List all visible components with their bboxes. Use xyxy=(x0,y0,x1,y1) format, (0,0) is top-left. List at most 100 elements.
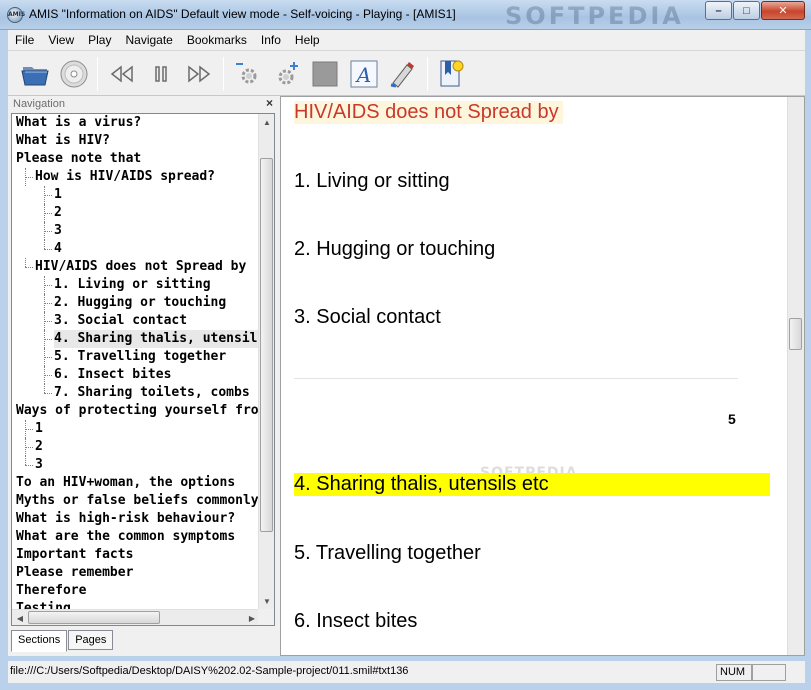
num-lock-indicator: NUM xyxy=(716,664,752,681)
menu-play[interactable]: Play xyxy=(81,33,118,47)
tree-item-label: Testing xyxy=(16,601,71,609)
scroll-down-icon[interactable]: ▼ xyxy=(259,593,274,609)
tab-pages[interactable]: Pages xyxy=(68,630,114,650)
navigation-tabs: Sections Pages xyxy=(11,630,114,652)
font-icon[interactable]: A xyxy=(348,58,380,90)
tree-item-label: What is high-risk behaviour? xyxy=(16,511,236,526)
page-divider xyxy=(294,378,738,379)
tree-item-label: 1. Living or sitting xyxy=(54,277,211,292)
next-icon[interactable] xyxy=(183,58,215,90)
minimize-button[interactable]: – xyxy=(705,1,732,20)
tree-item[interactable]: 4. Sharing thalis, utensils etc xyxy=(12,330,260,348)
tree-item[interactable]: Testing xyxy=(12,600,260,609)
tree-item[interactable]: What is high-risk behaviour? xyxy=(12,510,260,528)
tree-item-label: 2 xyxy=(35,439,43,454)
scroll-up-icon[interactable]: ▲ xyxy=(259,114,274,130)
previous-icon[interactable] xyxy=(106,58,138,90)
bookmark-icon[interactable] xyxy=(435,58,467,90)
stop-square-icon[interactable] xyxy=(309,58,341,90)
content-vertical-scrollbar[interactable] xyxy=(787,97,804,655)
tree-item-label: What is HIV? xyxy=(16,133,110,148)
menu-bookmarks[interactable]: Bookmarks xyxy=(180,33,254,47)
menu-bar: File View Play Navigate Bookmarks Info H… xyxy=(8,30,805,50)
maximize-button[interactable]: □ xyxy=(733,1,760,20)
close-button[interactable]: ✕ xyxy=(761,1,805,20)
amis-app-icon[interactable]: AMIS xyxy=(7,7,25,23)
tree-item-label: 1 xyxy=(54,187,62,202)
content-view[interactable]: HIV/AIDS does not Spread by 1. Living or… xyxy=(280,96,805,656)
menu-navigate[interactable]: Navigate xyxy=(118,33,179,47)
tree-item-label: 3. Social contact xyxy=(54,313,188,328)
tree-item[interactable]: 1. Living or sitting xyxy=(12,276,260,294)
tree-item[interactable]: 3 xyxy=(12,222,260,240)
tree-vscroll-thumb[interactable] xyxy=(260,158,273,533)
tree-item[interactable]: 2 xyxy=(12,438,260,456)
tree-hscroll-thumb[interactable] xyxy=(28,611,160,624)
tree-item-label: 2 xyxy=(54,205,62,220)
settings-plus-icon[interactable] xyxy=(271,58,303,90)
navigation-panel: Navigation × What is a virus? What is HIV… xyxy=(8,96,276,656)
tree-item[interactable]: What is a virus? xyxy=(12,114,260,132)
tree-vertical-scrollbar[interactable]: ▲ ▼ xyxy=(258,114,274,609)
window-title: AMIS "Information on AIDS" Default view … xyxy=(29,7,456,21)
content-item-2[interactable]: 2. Hugging or touching xyxy=(294,238,495,261)
page-number: 5 xyxy=(728,411,736,427)
tree-item[interactable]: Ways of protecting yourself from HIV xyxy=(12,402,260,420)
open-folder-icon[interactable] xyxy=(20,58,52,90)
content-vscroll-thumb[interactable] xyxy=(789,317,802,350)
tree-item[interactable]: 1 xyxy=(12,420,260,438)
content-item-1[interactable]: 1. Living or sitting xyxy=(294,170,450,193)
tree-item[interactable]: What are the common symptoms xyxy=(12,528,260,546)
tree-item[interactable]: 7. Sharing toilets, combs etc xyxy=(12,384,260,402)
navigation-title: Navigation xyxy=(13,98,65,110)
tree-item-label: 3 xyxy=(54,223,62,238)
tree-item-label: 2. Hugging or touching xyxy=(54,295,227,310)
content-item-3[interactable]: 3. Social contact xyxy=(294,306,441,329)
pause-icon[interactable] xyxy=(145,58,177,90)
tree-item-label: To an HIV+woman, the options xyxy=(16,475,236,490)
tree-item[interactable]: Myths or false beliefs commonly held xyxy=(12,492,260,510)
highlight-pen-icon[interactable] xyxy=(386,58,418,90)
tree-item-label: Please note that xyxy=(16,151,142,166)
tree-item[interactable]: To an HIV+woman, the options xyxy=(12,474,260,492)
tree-item-label: How is HIV/AIDS spread? xyxy=(35,169,216,184)
menu-file[interactable]: File xyxy=(8,33,41,47)
scroll-left-icon[interactable]: ◀ xyxy=(12,610,28,625)
tree-item[interactable]: Please remember xyxy=(12,564,260,582)
content-item-4[interactable]: 4. Sharing thalis, utensils etc xyxy=(294,473,770,496)
menu-help[interactable]: Help xyxy=(288,33,327,47)
tree-item[interactable]: 2. Hugging or touching xyxy=(12,294,260,312)
tree-horizontal-scrollbar[interactable]: ◀ ▶ xyxy=(12,609,260,625)
section-tree[interactable]: What is a virus? What is HIV? Please note … xyxy=(11,113,275,626)
tree-item-label: Myths or false beliefs commonly held xyxy=(16,493,260,508)
title-bar[interactable]: AMIS AMIS "Information on AIDS" Default … xyxy=(0,0,811,30)
tree-item[interactable]: Therefore xyxy=(12,582,260,600)
tree-item[interactable]: 6. Insect bites xyxy=(12,366,260,384)
menu-view[interactable]: View xyxy=(41,33,81,47)
tree-item[interactable]: Important facts xyxy=(12,546,260,564)
content-item-6[interactable]: 6. Insect bites xyxy=(294,610,417,633)
tree-item[interactable]: How is HIV/AIDS spread? xyxy=(12,168,260,186)
open-disc-icon[interactable] xyxy=(58,58,90,90)
content-item-5[interactable]: 5. Travelling together xyxy=(294,542,481,565)
tree-item-label: 6. Insect bites xyxy=(54,367,172,382)
tab-sections[interactable]: Sections xyxy=(11,630,68,652)
tree-item[interactable]: 1 xyxy=(12,186,260,204)
navigation-close-button[interactable]: × xyxy=(266,96,273,110)
tree-item[interactable]: 2 xyxy=(12,204,260,222)
settings-icon[interactable] xyxy=(232,58,264,90)
tree-item-label: What are the common symptoms xyxy=(16,529,236,544)
tree-item[interactable]: 4 xyxy=(12,240,260,258)
tree-item-label: 3 xyxy=(35,457,43,472)
tree-item[interactable]: HIV/AIDS does not Spread by xyxy=(12,258,260,276)
tree-item[interactable]: 5. Travelling together xyxy=(12,348,260,366)
status-extra-indicator xyxy=(752,664,786,681)
softpedia-watermark: SOFTPEDIA xyxy=(505,2,684,30)
menu-info[interactable]: Info xyxy=(254,33,288,47)
tree-item[interactable]: What is HIV? xyxy=(12,132,260,150)
tree-item[interactable]: 3. Social contact xyxy=(12,312,260,330)
tree-item-label: Therefore xyxy=(16,583,87,598)
tree-item[interactable]: Please note that xyxy=(12,150,260,168)
tree-item-label: HIV/AIDS does not Spread by xyxy=(35,259,247,274)
tree-item[interactable]: 3 xyxy=(12,456,260,474)
